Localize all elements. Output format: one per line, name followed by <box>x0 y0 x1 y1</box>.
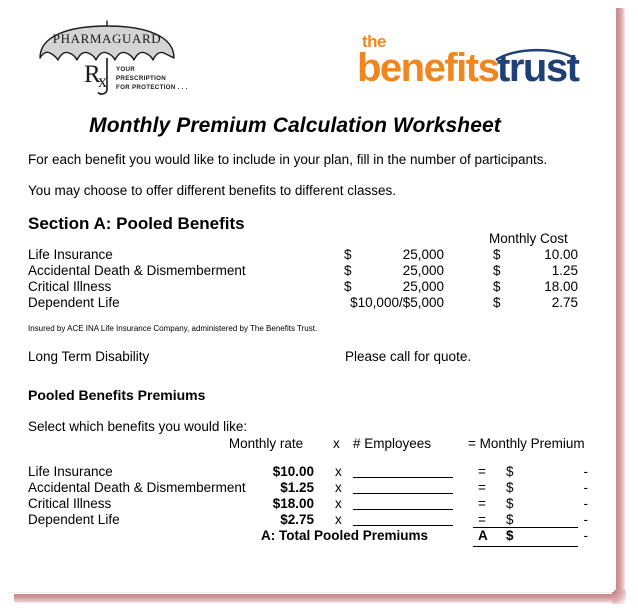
benefit-name: Dependent Life <box>28 512 120 527</box>
long-term-disability-value: Please call for quote. <box>345 349 472 364</box>
column-header-times: x <box>333 436 340 451</box>
monthly-rate: $1.25 <box>280 480 314 495</box>
intro-line-1: For each benefit you would like to inclu… <box>28 152 548 167</box>
benefit-name: Critical Illness <box>28 496 112 511</box>
column-header-monthly-premium: = Monthly Premium <box>468 436 585 451</box>
employees-input[interactable] <box>353 493 453 494</box>
pharmaguard-tagline-3: FOR PROTECTION . . . <box>116 84 188 91</box>
rx-x-icon: x <box>98 71 107 91</box>
total-value: - <box>583 528 589 543</box>
cost-symbol: $ <box>493 247 501 262</box>
table-row: Critical Illness $ 25,000 $ 18.00 <box>28 279 588 295</box>
page-shadow-right <box>616 8 625 602</box>
monthly-rate: $2.75 <box>280 512 314 527</box>
table-row: Accidental Death & Dismemberment $1.25 x… <box>28 480 588 496</box>
benefits-trust-logo: the benefits trust <box>345 32 580 94</box>
amount-symbol: $ <box>344 279 352 294</box>
cost-symbol: $ <box>493 295 501 310</box>
premium-value: - <box>583 464 589 479</box>
cost-symbol: $ <box>493 279 501 294</box>
page-title: Monthly Premium Calculation Worksheet <box>89 114 501 137</box>
premium-value: - <box>583 480 589 495</box>
benefit-name: Accidental Death & Dismemberment <box>28 263 246 278</box>
pharmaguard-brand-text: PHARMAGUARD <box>53 31 161 46</box>
times-symbol: x <box>335 496 342 511</box>
amount-value: 25,000 <box>402 247 444 262</box>
cost-symbol: $ <box>493 263 501 278</box>
times-symbol: x <box>335 480 342 495</box>
pooled-benefits-premiums-heading: Pooled Benefits Premiums <box>28 387 206 403</box>
benefit-name: Critical Illness <box>28 279 112 294</box>
premium-value: - <box>583 496 589 511</box>
premiums-table-header: Monthly rate x # Employees = Monthly Pre… <box>28 436 588 454</box>
monthly-rate: $18.00 <box>272 496 314 511</box>
table-row: Accidental Death & Dismemberment $ 25,00… <box>28 263 588 279</box>
column-header-monthly-rate: Monthly rate <box>228 436 304 451</box>
page-edge-bottom <box>8 592 614 593</box>
monthly-cost-column-header: Monthly Cost <box>489 231 568 246</box>
equals-symbol: = <box>478 480 486 495</box>
benefit-name: Life Insurance <box>28 247 113 262</box>
amount-value: 25,000 <box>402 279 444 294</box>
page-shadow-corner <box>612 590 626 604</box>
worksheet-sheet: PHARMAGUARD R x YOUR PRESCRIPTION FOR PR… <box>0 0 614 592</box>
benefit-name: Life Insurance <box>28 464 113 479</box>
benefit-name: Dependent Life <box>28 295 120 310</box>
pharmaguard-logo-graphic: PHARMAGUARD R x YOUR PRESCRIPTION FOR PR… <box>39 20 188 95</box>
page-frame: PHARMAGUARD R x YOUR PRESCRIPTION FOR PR… <box>0 0 638 616</box>
logo-trust-swoosh-icon <box>495 48 577 62</box>
table-row: Life Insurance $ 25,000 $ 10.00 <box>28 247 588 263</box>
select-benefits-label: Select which benefits you would like: <box>28 419 248 434</box>
premium-symbol: $ <box>506 512 514 527</box>
insured-disclaimer: Insured by ACE INA Life Insurance Compan… <box>28 324 318 333</box>
amount-combined: $10,000/$5,000 <box>350 295 444 310</box>
total-symbol: $ <box>506 528 514 543</box>
amount-symbol: $ <box>344 247 352 262</box>
logo-benefits-text: benefits <box>357 46 500 90</box>
employees-input[interactable] <box>353 525 453 526</box>
total-code: A <box>478 528 488 543</box>
times-symbol: x <box>335 512 342 527</box>
section-a-benefits-table: Life Insurance $ 25,000 $ 10.00 Accident… <box>28 247 588 311</box>
amount-value: 25,000 <box>402 263 444 278</box>
employees-input[interactable] <box>353 477 453 478</box>
pharmaguard-tagline-1: YOUR <box>116 66 135 73</box>
intro-line-2: You may choose to offer different benefi… <box>28 183 396 198</box>
column-header-employees: # Employees <box>353 436 432 451</box>
monthly-rate: $10.00 <box>272 464 314 479</box>
pooled-premiums-table: Life Insurance $10.00 x = $ - Accidental… <box>28 464 588 528</box>
total-divider-bottom <box>473 546 578 547</box>
total-label: A: Total Pooled Premiums <box>260 528 428 543</box>
equals-symbol: = <box>478 496 486 511</box>
page-shadow-bottom <box>14 594 618 603</box>
equals-symbol: = <box>478 512 486 527</box>
premium-symbol: $ <box>506 480 514 495</box>
employees-input[interactable] <box>353 509 453 510</box>
section-a-heading: Section A: Pooled Benefits <box>28 214 245 233</box>
benefit-name: Accidental Death & Dismemberment <box>28 480 246 495</box>
table-row: Critical Illness $18.00 x = $ - <box>28 496 588 512</box>
amount-symbol: $ <box>344 263 352 278</box>
pharmaguard-logo: PHARMAGUARD R x YOUR PRESCRIPTION FOR PR… <box>36 20 188 100</box>
pharmaguard-tagline-2: PRESCRIPTION <box>116 75 166 82</box>
cost-value: 1.25 <box>551 263 578 278</box>
cost-value: 10.00 <box>544 247 578 262</box>
equals-symbol: = <box>478 464 486 479</box>
cost-value: 18.00 <box>544 279 578 294</box>
cost-value: 2.75 <box>551 295 578 310</box>
premium-value: - <box>583 512 589 527</box>
table-row: Dependent Life $10,000/$5,000 $ 2.75 <box>28 295 588 311</box>
table-row: Life Insurance $10.00 x = $ - <box>28 464 588 480</box>
total-pooled-premiums-row: A: Total Pooled Premiums A $ - <box>28 528 588 545</box>
premium-symbol: $ <box>506 464 514 479</box>
premium-symbol: $ <box>506 496 514 511</box>
times-symbol: x <box>335 464 342 479</box>
long-term-disability-label: Long Term Disability <box>28 349 150 364</box>
table-row: Dependent Life $2.75 x = $ - <box>28 512 588 528</box>
